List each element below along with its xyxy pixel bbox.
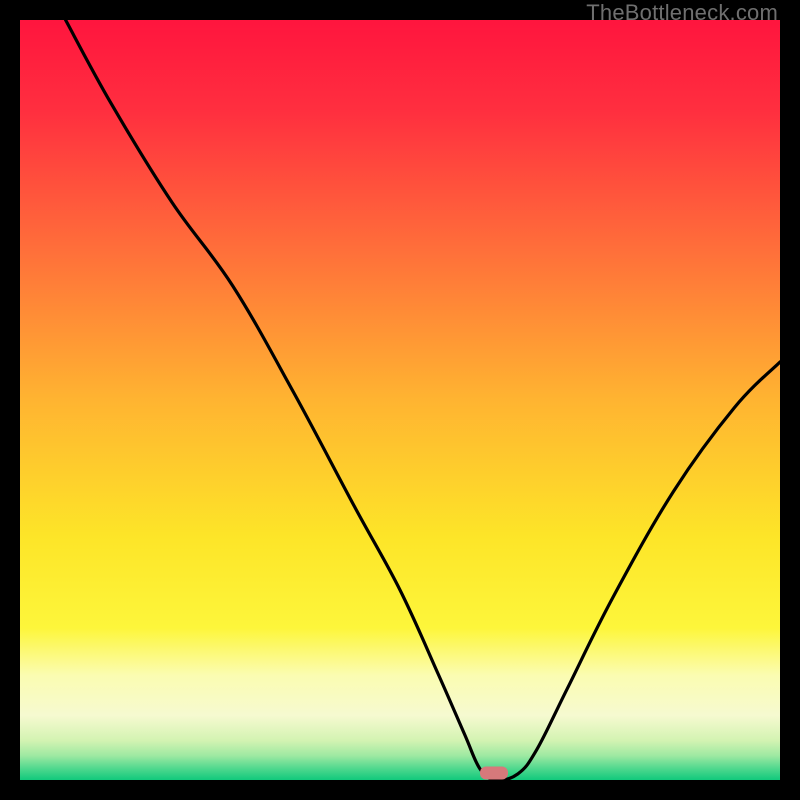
bottleneck-curve	[20, 20, 780, 780]
optimal-point-marker	[480, 767, 508, 780]
plot-area	[20, 20, 780, 780]
outer-frame: TheBottleneck.com	[0, 0, 800, 800]
watermark-text: TheBottleneck.com	[586, 0, 778, 26]
